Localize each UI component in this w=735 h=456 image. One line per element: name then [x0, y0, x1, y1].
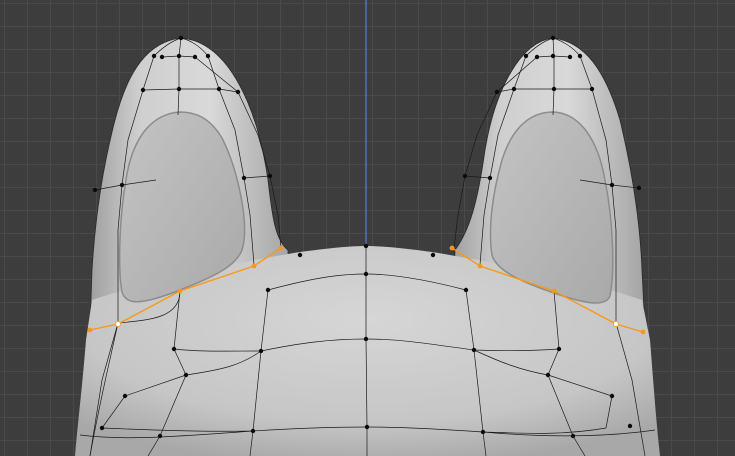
mesh-canvas[interactable] [0, 0, 735, 456]
3d-viewport[interactable] [0, 0, 735, 456]
